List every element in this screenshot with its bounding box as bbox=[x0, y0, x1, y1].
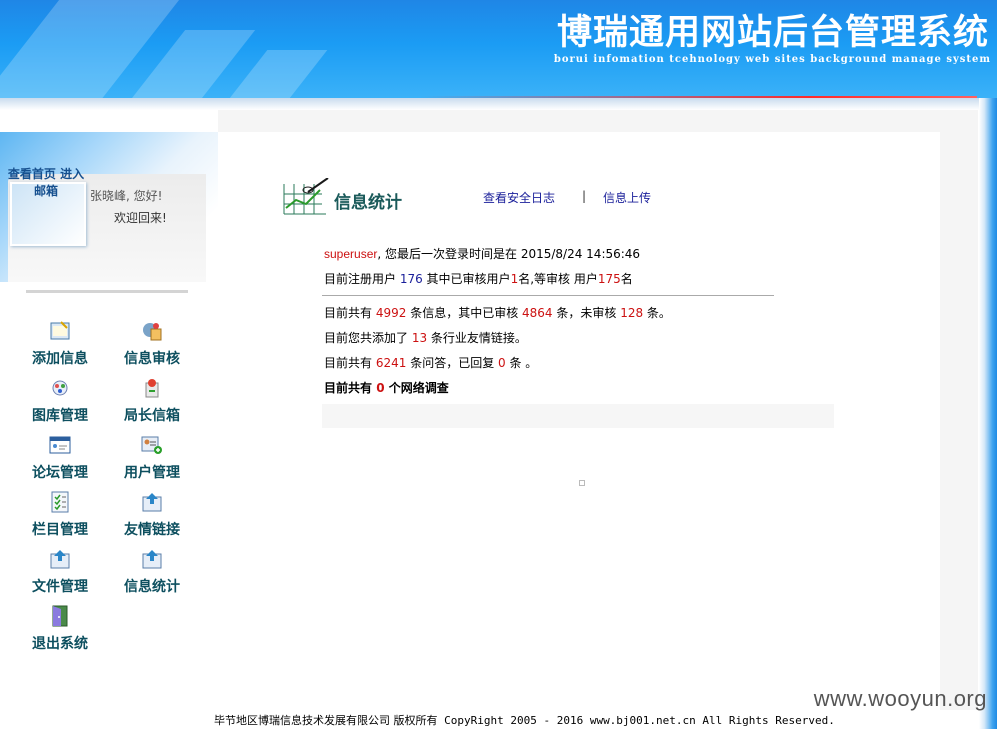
info-prefix: 目前共有 bbox=[324, 306, 376, 320]
review-icon bbox=[143, 323, 162, 341]
nav-label: 图库管理 bbox=[32, 408, 88, 424]
nav-mailbox[interactable]: 局长信箱 bbox=[112, 377, 192, 425]
site-title: 博瑞通用网站后台管理系统 bbox=[556, 12, 989, 53]
login-time: 2015/8/24 14:56:46 bbox=[520, 247, 641, 261]
add-info-icon bbox=[50, 321, 70, 340]
nav-forum[interactable]: 论坛管理 bbox=[20, 434, 100, 482]
users-pending: 175 bbox=[597, 272, 621, 286]
nav-stats[interactable]: 信息统计 bbox=[112, 548, 192, 596]
qa-prefix: 目前共有 bbox=[324, 356, 376, 370]
nav-review[interactable]: 信息审核 bbox=[112, 320, 192, 368]
footer-copyright: CopyRight 2005 - 2016 www.bj001.net.cn A… bbox=[437, 714, 835, 727]
links-count-line: 目前您共添加了 13 条行业友情链接。 bbox=[324, 329, 527, 346]
user-icon bbox=[141, 436, 162, 454]
nav-logout[interactable]: 退出系统 bbox=[20, 605, 100, 653]
placeholder-dot bbox=[579, 480, 585, 486]
sidebar-divider bbox=[26, 290, 188, 293]
nav-label: 友情链接 bbox=[124, 522, 180, 538]
forum-icon bbox=[49, 436, 71, 454]
watermark: www.wooyun.org bbox=[813, 686, 987, 711]
nav-add-info[interactable]: 添加信息 bbox=[20, 320, 100, 368]
empty-panel bbox=[322, 404, 834, 428]
nav-file[interactable]: 文件管理 bbox=[20, 548, 100, 596]
site-subtitle: borui infomation tcehnology web sites ba… bbox=[553, 54, 991, 65]
nav-link[interactable]: 友情链接 bbox=[112, 491, 192, 539]
qa-replied: 0 bbox=[498, 356, 506, 370]
info-suffix: 条。 bbox=[643, 306, 671, 320]
right-border bbox=[979, 98, 997, 729]
footer-company: 毕节地区博瑞信息技术发展有限公司 版权所有 bbox=[214, 714, 438, 727]
survey-line: 目前共有 0 个网络调查 bbox=[324, 379, 449, 396]
login-user: superuser bbox=[324, 247, 378, 261]
divider-line bbox=[322, 295, 774, 296]
info-pending: 128 bbox=[620, 306, 644, 320]
last-login-line: superuser, 您最后一次登录时间是在 2015/8/24 14:56:4… bbox=[324, 245, 640, 262]
links-suffix: 条行业友情链接。 bbox=[427, 331, 527, 345]
logout-icon bbox=[52, 605, 68, 627]
users-total: 176 bbox=[399, 272, 423, 286]
header-shadow bbox=[0, 98, 997, 110]
file-icon bbox=[50, 550, 70, 569]
nav-label: 退出系统 bbox=[32, 636, 88, 652]
qa-total: 6241 bbox=[375, 356, 407, 370]
login-text: , 您最后一次登录时间是在 bbox=[377, 247, 521, 261]
welcome-text: 欢迎回来! bbox=[114, 211, 167, 225]
nav-label: 信息统计 bbox=[124, 579, 180, 595]
nav-user[interactable]: 用户管理 bbox=[112, 434, 192, 482]
nav-label: 信息审核 bbox=[124, 351, 180, 367]
mailbox-icon bbox=[145, 379, 159, 398]
nav-label: 用户管理 bbox=[124, 465, 180, 481]
info-line: 目前共有 4992 条信息，其中已审核 4864 条，未审核 128 条。 bbox=[324, 304, 671, 321]
info-approved: 4864 bbox=[522, 306, 553, 320]
qa-line: 目前共有 6241 条问答，已回复 0 条 。 bbox=[324, 354, 537, 371]
users-prefix: 目前注册用户 bbox=[324, 272, 400, 286]
users-suffix: 名 bbox=[620, 272, 633, 286]
section-title: 信息统计 bbox=[334, 193, 402, 213]
info-mid: 条信息，其中已审核 bbox=[406, 306, 523, 320]
links-prefix: 目前您共添加了 bbox=[324, 331, 412, 345]
home-mail-link[interactable]: 查看首页 进入邮箱 bbox=[4, 166, 88, 200]
nav-label: 文件管理 bbox=[32, 579, 88, 595]
link-icon bbox=[142, 493, 162, 512]
stats-section-icon bbox=[283, 178, 329, 215]
users-line: 目前注册用户 176 其中已审核用户1名,等审核 用户175名 bbox=[324, 270, 633, 287]
nav-label: 论坛管理 bbox=[32, 465, 88, 481]
survey-prefix: 目前共有 bbox=[324, 381, 377, 395]
nav-label: 栏目管理 bbox=[32, 522, 88, 538]
users-mid2: 名,等审核 用户 bbox=[518, 272, 598, 286]
column-icon bbox=[51, 491, 69, 513]
qa-mid: 条问答，已回复 bbox=[406, 356, 499, 370]
links-count: 13 bbox=[411, 331, 428, 345]
nav-gallery[interactable]: 图库管理 bbox=[20, 377, 100, 425]
footer: 毕节地区博瑞信息技术发展有限公司 版权所有 CopyRight 2005 - 2… bbox=[214, 712, 835, 728]
info-total: 4992 bbox=[375, 306, 407, 320]
survey-suffix: 个网络调查 bbox=[384, 381, 449, 395]
nav-label: 局长信箱 bbox=[124, 408, 180, 424]
users-mid: 其中已审核用户 bbox=[422, 272, 511, 286]
stats-icon bbox=[142, 550, 162, 569]
header-banner: 博瑞通用网站后台管理系统 borui infomation tcehnology… bbox=[0, 0, 997, 98]
nav-column[interactable]: 栏目管理 bbox=[20, 491, 100, 539]
survey-count: 0 bbox=[376, 381, 385, 395]
upload-link[interactable]: 信息上传 bbox=[603, 189, 651, 206]
gallery-icon bbox=[52, 380, 68, 396]
info-mid2: 条，未审核 bbox=[552, 306, 621, 320]
greeting-text: 张晓峰, 您好! bbox=[90, 189, 163, 203]
security-log-link[interactable]: 查看安全日志 bbox=[483, 189, 555, 206]
link-separator: | bbox=[582, 189, 587, 203]
nav-label: 添加信息 bbox=[32, 351, 88, 367]
qa-suffix: 条 。 bbox=[505, 356, 538, 370]
